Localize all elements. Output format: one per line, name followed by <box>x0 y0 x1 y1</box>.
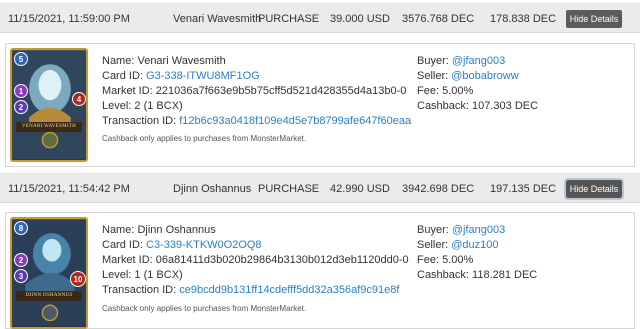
speed-badge: 3 <box>14 269 28 283</box>
price-dec: 3942.698 DEC <box>402 183 475 195</box>
cashback-value: Cashback: 118.281 DEC <box>417 269 538 281</box>
level-value: Level: 2 (1 BCX) <box>102 100 183 112</box>
card-id-link[interactable]: G3-338-ITWU8MF1OG <box>146 70 260 82</box>
attack-badge: 2 <box>14 253 28 267</box>
attack-badge: 1 <box>14 84 28 98</box>
transaction-id-link[interactable]: f12b6c93a0418f109e4d5e7b8799afe647f60eaa <box>179 115 411 127</box>
price-dec: 3576.768 DEC <box>402 13 475 25</box>
card-name: Djinn Oshannus <box>173 183 252 195</box>
card-image[interactable]: 8 2 3 10 DJINN OSHANNUS <box>10 217 88 329</box>
card-banner: VENARI WAVESMITH <box>16 122 82 132</box>
transaction-date: 11/15/2021, 11:54:42 PM <box>8 183 130 195</box>
cashback-value: Cashback: 107.303 DEC <box>417 100 539 112</box>
market-id-value: 06a81411d3b020b29864b3130b012d3eb1120dd0… <box>155 254 409 266</box>
card-id-link[interactable]: C3-339-KTKW0O2OQ8 <box>146 239 262 251</box>
card-name-value: Djinn Oshannus <box>137 224 216 236</box>
mana-badge: 8 <box>14 221 28 235</box>
market-id-value: 221036a7f663e9b5b75cff5d521d428355d4a13b… <box>155 85 407 97</box>
fee-value: Fee: 5.00% <box>417 85 474 97</box>
card-name: Venari Wavesmith <box>173 13 262 25</box>
card-banner: DJINN OSHANNUS <box>16 291 82 301</box>
seller-link[interactable]: @bobabroww <box>451 70 518 82</box>
buyer-link[interactable]: @jfang003 <box>452 55 505 67</box>
level-value: Level: 1 (1 BCX) <box>102 269 183 281</box>
cashback-dec: 178.838 DEC <box>490 13 557 25</box>
transaction-id-link[interactable]: ce9bcdd9b131ff14cdefff5dd32a356af9c91e8f <box>179 284 399 296</box>
fee-value: Fee: 5.00% <box>417 254 474 266</box>
card-info: Name: Djinn Oshannus Card ID: C3-339-KTK… <box>102 224 409 296</box>
hide-details-button[interactable]: Hide Details <box>566 10 622 28</box>
transaction-type: PURCHASE <box>258 183 320 195</box>
buyer-link[interactable]: @jfang003 <box>452 224 505 236</box>
transaction-type: PURCHASE <box>258 13 320 25</box>
transaction-row: 11/15/2021, 11:54:42 PM Djinn Oshannus P… <box>0 173 640 203</box>
transaction-details-panel: 8 2 3 10 DJINN OSHANNUS Name: Djinn Osha… <box>5 212 635 329</box>
transaction-row: 11/15/2021, 11:59:00 PM Venari Wavesmith… <box>0 3 640 33</box>
transaction-date: 11/15/2021, 11:59:00 PM <box>8 13 130 25</box>
health-badge: 4 <box>72 92 86 106</box>
transaction-details-panel: 5 1 2 4 VENARI WAVESMITH Name: Venari Wa… <box>5 43 635 167</box>
price-usd: 39.000 USD <box>330 13 390 25</box>
card-name-value: Venari Wavesmith <box>137 55 226 67</box>
trade-info: Buyer: @jfang003 Seller: @bobabroww Fee:… <box>417 55 538 115</box>
health-badge: 10 <box>70 271 86 287</box>
seller-link[interactable]: @duz100 <box>451 239 498 251</box>
card-image[interactable]: 5 1 2 4 VENARI WAVESMITH <box>10 48 88 162</box>
price-usd: 42.990 USD <box>330 183 390 195</box>
cashback-note: Cashback only applies to purchases from … <box>102 134 307 143</box>
mana-badge: 5 <box>14 52 28 66</box>
speed-badge: 2 <box>14 100 28 114</box>
cashback-dec: 197.135 DEC <box>490 183 557 195</box>
hide-details-button[interactable]: Hide Details <box>564 178 624 200</box>
card-info: Name: Venari Wavesmith Card ID: G3-338-I… <box>102 55 412 127</box>
cashback-note: Cashback only applies to purchases from … <box>102 304 307 313</box>
trade-info: Buyer: @jfang003 Seller: @duz100 Fee: 5.… <box>417 224 537 284</box>
